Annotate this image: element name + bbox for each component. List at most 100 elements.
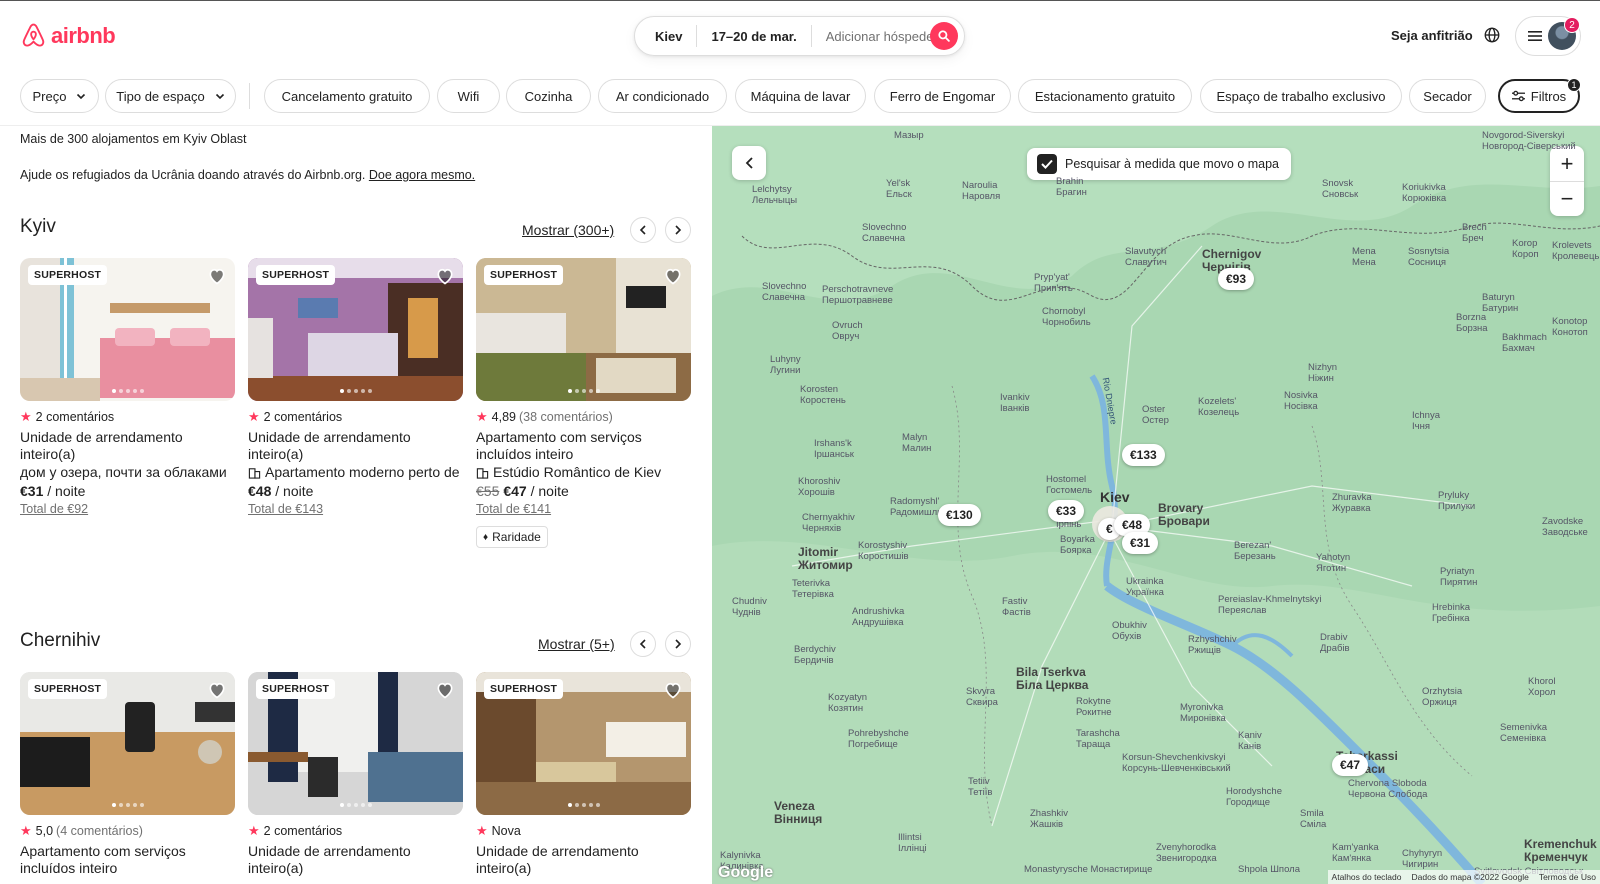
chip-wifi[interactable]: Wifi xyxy=(437,79,500,113)
map-label: Hrebinka Гребінка xyxy=(1432,602,1471,624)
search-as-move-label: Pesquisar à medida que movo o mapa xyxy=(1065,157,1280,171)
rating-text: 5,0 xyxy=(35,824,54,838)
map-label: Yahotyn Яготин xyxy=(1316,552,1351,574)
price-pin[interactable]: €93 xyxy=(1218,268,1255,290)
listing-photo[interactable]: SUPERHOST xyxy=(476,258,691,401)
price-pin[interactable]: €31 xyxy=(1122,532,1159,554)
heart-icon[interactable] xyxy=(435,266,455,286)
photo-dots xyxy=(339,389,372,393)
listing-title: Unidade de arrendamento inteiro(a) xyxy=(476,843,639,876)
terms-link[interactable]: Termos de Uso xyxy=(1539,872,1596,882)
listing-total[interactable]: Total de €141 xyxy=(476,502,691,516)
price-pin[interactable]: €130 xyxy=(938,504,981,526)
zoom-out-button[interactable]: − xyxy=(1550,181,1584,216)
carousel-next-kyiv[interactable] xyxy=(665,217,691,243)
map-label: Teterivka Тетерівка xyxy=(792,578,834,600)
listing-photo[interactable]: SUPERHOST xyxy=(248,672,463,815)
listing-price: €48 / noite xyxy=(248,483,463,499)
become-host-link[interactable]: Seja anfitrião xyxy=(1391,28,1473,43)
globe-icon[interactable] xyxy=(1483,26,1501,44)
listing-subtitle-text: Apartamento moderno perto de xyxy=(265,464,460,480)
checkbox-checked[interactable] xyxy=(1037,154,1057,174)
listing-card[interactable]: SUPERHOST ★ Nova Unidade de arrendamento … xyxy=(476,672,691,877)
show-all-chernihiv[interactable]: Mostrar (5+) xyxy=(538,636,615,652)
chip-hair-dryer[interactable]: Secador xyxy=(1409,79,1486,113)
chip-free-parking[interactable]: Estacionamento gratuito xyxy=(1018,79,1192,113)
map-label: Tetiiv Тетіїв xyxy=(968,776,993,798)
map-label: Ivankiv Іванків xyxy=(1000,392,1030,414)
listing-card[interactable]: SUPERHOST ★ 2 comentários Unidade de arre… xyxy=(248,258,463,516)
heart-icon[interactable] xyxy=(663,266,683,286)
space-type-filter-label: Tipo de espaço xyxy=(116,88,205,104)
rarity-tag: ♦ Raridade xyxy=(476,526,548,548)
help-text: Ajude os refugiados da Ucrânia doando at… xyxy=(20,168,366,182)
space-type-filter[interactable]: Tipo de espaço xyxy=(105,79,236,113)
heart-icon[interactable] xyxy=(207,680,227,700)
map-label: Tarashcha Тараща xyxy=(1076,728,1120,750)
chip-air-conditioning[interactable]: Ar condicionado xyxy=(598,79,727,113)
chip-dedicated-workspace[interactable]: Espaço de trabalho exclusivo xyxy=(1200,79,1402,113)
map-label: Orzhytsia Оржиця xyxy=(1422,686,1463,708)
map-collapse-button[interactable] xyxy=(732,146,766,180)
search-bar[interactable]: Kiev 17–20 de mar. Adicionar hóspedes xyxy=(634,16,965,56)
heart-icon[interactable] xyxy=(663,680,683,700)
show-all-kyiv[interactable]: Mostrar (300+) xyxy=(522,222,614,238)
star-icon: ★ xyxy=(248,823,260,838)
chip-kitchen[interactable]: Cozinha xyxy=(506,79,591,113)
map-label: Baturyn Батурин xyxy=(1482,292,1519,314)
carousel-prev-chernihiv[interactable] xyxy=(630,631,656,657)
price-old: €55 xyxy=(476,483,500,499)
listing-photo[interactable]: SUPERHOST xyxy=(248,258,463,401)
logo-text: airbnb xyxy=(51,22,116,48)
heart-icon[interactable] xyxy=(435,680,455,700)
listing-total[interactable]: Total de €92 xyxy=(20,502,235,516)
map-label: Мазыр xyxy=(894,130,924,141)
superhost-badge: SUPERHOST xyxy=(28,679,108,699)
chevron-down-icon xyxy=(77,93,86,100)
filter-bar: Preço Tipo de espaço Cancelamento gratui… xyxy=(0,70,1600,126)
keyboard-shortcuts-link[interactable]: Atalhos do teclado xyxy=(1332,872,1402,882)
map-label: Illintsi Іллінці xyxy=(898,832,927,854)
zoom-divider xyxy=(1550,181,1584,182)
listing-photo[interactable]: SUPERHOST xyxy=(20,258,235,401)
airbnb-logo-icon xyxy=(22,23,45,47)
search-button[interactable] xyxy=(930,22,958,50)
heart-icon[interactable] xyxy=(207,266,227,286)
map-label: Oster Остер xyxy=(1142,404,1169,426)
map-label: Kam'yanka Кам'янка xyxy=(1332,842,1379,864)
map-label: Brech Бреч xyxy=(1462,222,1487,244)
listing-card[interactable]: SUPERHOST ★ 2 comentários Unidade de arre… xyxy=(20,258,235,516)
listing-photo[interactable]: SUPERHOST xyxy=(476,672,691,815)
listing-title: Apartamento com serviços incluídos intei… xyxy=(20,843,186,876)
listing-card[interactable]: SUPERHOST ★ 5,0 (4 comentários) Apartament… xyxy=(20,672,235,877)
map-label: Kozyatyn Козятин xyxy=(828,692,868,714)
map[interactable]: Pesquisar à medida que movo o mapa + − М… xyxy=(712,126,1600,884)
listing-card[interactable]: SUPERHOST ★ 2 comentários Unidade de arre… xyxy=(248,672,463,877)
donate-link[interactable]: Doe agora mesmo. xyxy=(369,168,475,182)
listing-card[interactable]: SUPERHOST ★ 4,89 (38 comentários) Apartame… xyxy=(476,258,691,548)
map-label: Lelchytsy Лельчыцы xyxy=(752,184,798,206)
search-dates[interactable]: 17–20 de mar. xyxy=(697,25,812,47)
price-filter[interactable]: Preço xyxy=(20,79,99,113)
price-pin[interactable]: €133 xyxy=(1122,444,1165,466)
user-menu-button[interactable]: 2 xyxy=(1515,16,1581,56)
filters-button[interactable]: Filtros 1 xyxy=(1498,78,1581,113)
map-label: Krolevets Кролевець xyxy=(1552,240,1600,262)
price-per: / noite xyxy=(43,483,86,499)
map-label: Malyn Малин xyxy=(902,432,932,454)
chip-free-cancellation[interactable]: Cancelamento gratuito xyxy=(264,79,430,113)
search-location[interactable]: Kiev xyxy=(635,25,698,47)
price-pin[interactable]: €33 xyxy=(1048,500,1085,522)
photo-dots xyxy=(567,803,600,807)
carousel-prev-kyiv[interactable] xyxy=(630,217,656,243)
chevron-down-icon xyxy=(215,93,224,100)
price-pin[interactable]: €47 xyxy=(1332,754,1369,776)
listing-photo[interactable]: SUPERHOST xyxy=(20,672,235,815)
map-label: Berdychiv Бердичів xyxy=(794,644,836,666)
chip-washing-machine[interactable]: Máquina de lavar xyxy=(735,79,866,113)
airbnb-logo[interactable]: airbnb xyxy=(20,21,116,50)
superhost-badge: SUPERHOST xyxy=(256,679,336,699)
chip-iron[interactable]: Ferro de Engomar xyxy=(874,79,1011,113)
carousel-next-chernihiv[interactable] xyxy=(665,631,691,657)
listing-total[interactable]: Total de €143 xyxy=(248,502,463,516)
